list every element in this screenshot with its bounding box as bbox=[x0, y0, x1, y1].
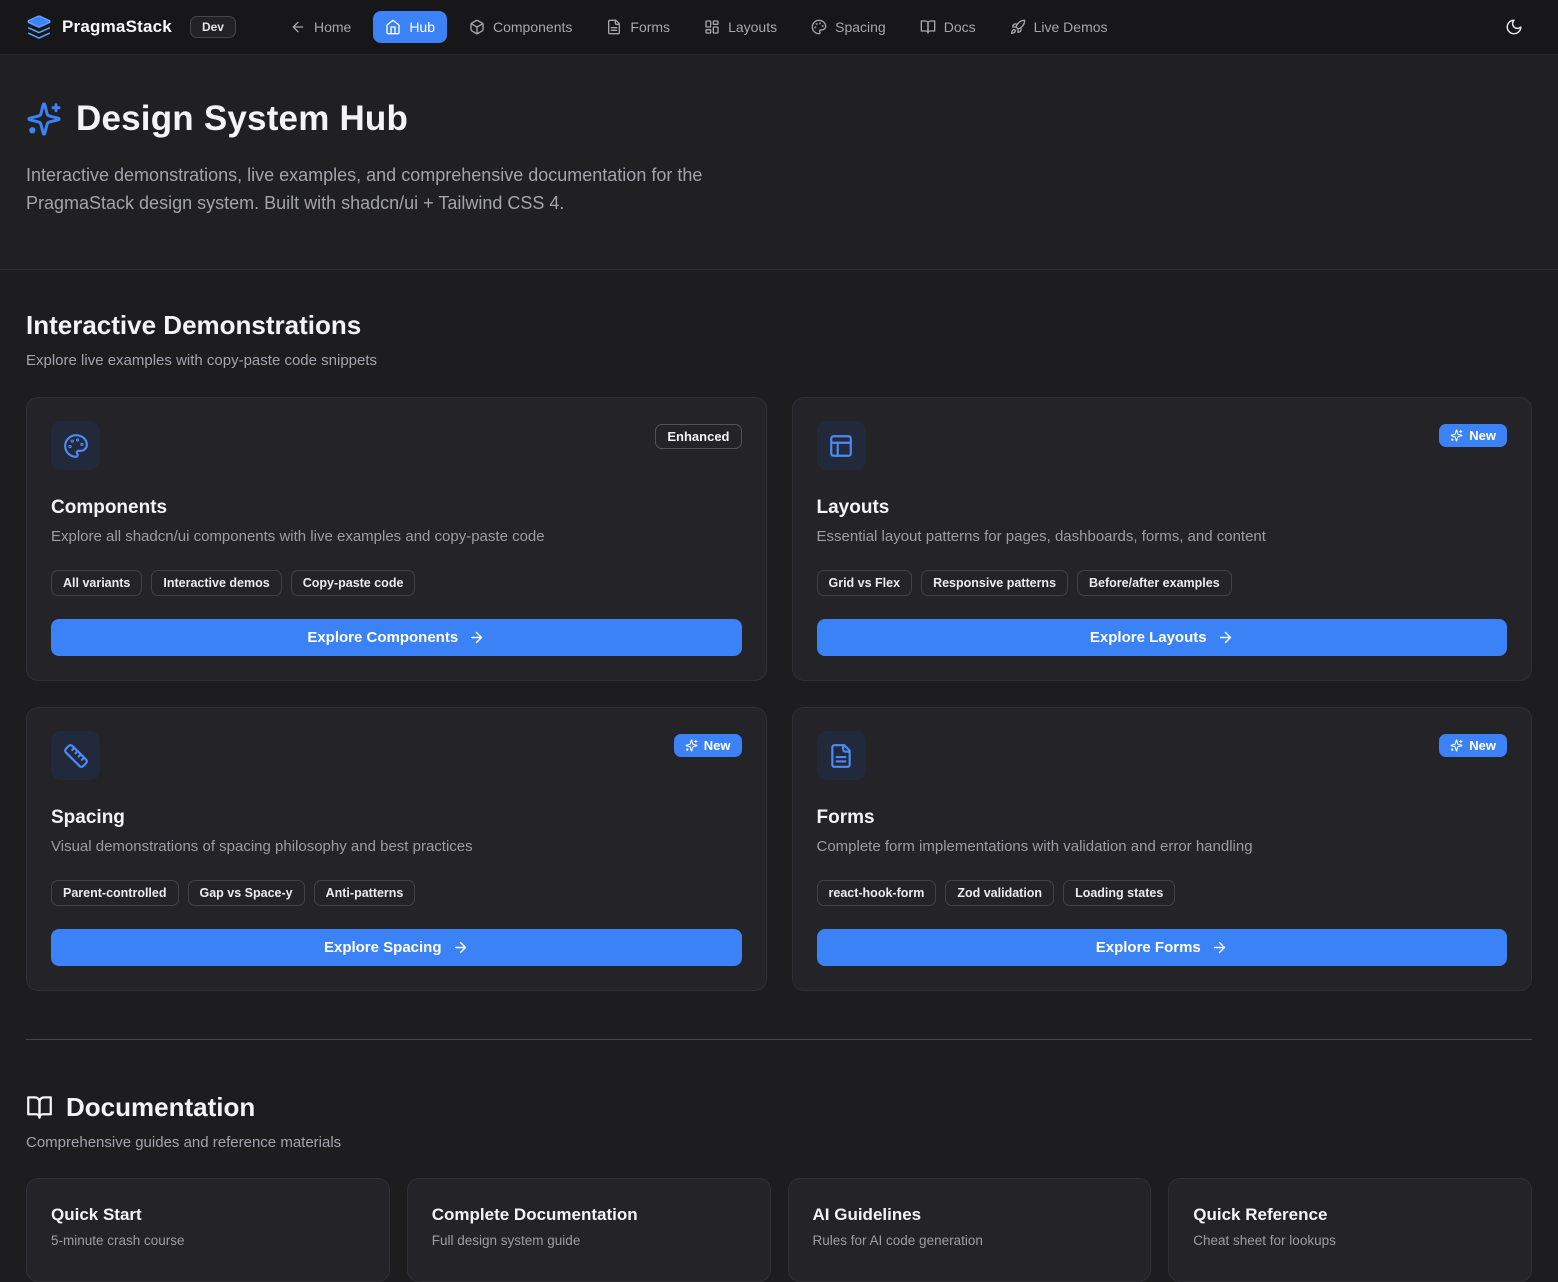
file-text-icon bbox=[817, 731, 866, 780]
doc-card-subtitle: 5-minute crash course bbox=[51, 1233, 365, 1248]
doc-card-title: AI Guidelines bbox=[813, 1205, 1127, 1225]
card-title: Layouts bbox=[817, 497, 1508, 519]
section-divider bbox=[26, 1039, 1532, 1040]
tag-row: Grid vs Flex Responsive patterns Before/… bbox=[817, 570, 1508, 596]
doc-card-title: Quick Start bbox=[51, 1205, 365, 1225]
main-content: Interactive Demonstrations Explore live … bbox=[0, 270, 1558, 1282]
card-description: Explore all shadcn/ui components with li… bbox=[51, 528, 742, 545]
nav-components[interactable]: Components bbox=[457, 11, 584, 43]
tag-row: Parent-controlled Gap vs Space-y Anti-pa… bbox=[51, 880, 742, 906]
box-icon bbox=[469, 19, 485, 35]
ruler-icon bbox=[51, 731, 100, 780]
arrow-right-icon bbox=[1211, 939, 1228, 956]
arrow-left-icon bbox=[290, 19, 306, 35]
tag: Before/after examples bbox=[1077, 570, 1232, 596]
page-description: Interactive demonstrations, live example… bbox=[26, 161, 771, 217]
doc-card-quick-reference[interactable]: Quick Reference Cheat sheet for lookups bbox=[1168, 1178, 1532, 1282]
brand: PragmaStack Dev bbox=[26, 14, 236, 40]
demos-section-title: Interactive Demonstrations bbox=[26, 310, 1532, 341]
sparkles-icon bbox=[685, 739, 698, 752]
new-badge: New bbox=[1439, 734, 1507, 757]
explore-components-button[interactable]: Explore Components bbox=[51, 619, 742, 656]
demos-section-subtitle: Explore live examples with copy-paste co… bbox=[26, 352, 1532, 369]
explore-spacing-button[interactable]: Explore Spacing bbox=[51, 929, 742, 966]
main-nav: Home Hub Components Forms Layouts bbox=[278, 11, 1120, 43]
enhanced-badge: Enhanced bbox=[655, 424, 741, 449]
sparkles-icon bbox=[26, 101, 62, 137]
arrow-right-icon bbox=[1217, 629, 1234, 646]
book-open-icon bbox=[26, 1094, 53, 1121]
layout-panel-icon bbox=[817, 421, 866, 470]
doc-card-subtitle: Rules for AI code generation bbox=[813, 1233, 1127, 1248]
doc-card-title: Quick Reference bbox=[1193, 1205, 1507, 1225]
card-description: Essential layout patterns for pages, das… bbox=[817, 528, 1508, 545]
nav-hub[interactable]: Hub bbox=[373, 11, 447, 43]
layout-dashboard-icon bbox=[704, 19, 720, 35]
file-text-icon bbox=[606, 19, 622, 35]
card-description: Complete form implementations with valid… bbox=[817, 838, 1508, 855]
demo-card-components: Enhanced Components Explore all shadcn/u… bbox=[26, 397, 767, 681]
tag: Grid vs Flex bbox=[817, 570, 913, 596]
card-title: Components bbox=[51, 497, 742, 519]
docs-card-grid: Quick Start 5-minute crash course Comple… bbox=[26, 1178, 1532, 1282]
arrow-right-icon bbox=[468, 629, 485, 646]
new-badge: New bbox=[1439, 424, 1507, 447]
theme-toggle-button[interactable] bbox=[1496, 9, 1532, 45]
tag-row: react-hook-form Zod validation Loading s… bbox=[817, 880, 1508, 906]
demo-card-spacing: New Spacing Visual demonstrations of spa… bbox=[26, 707, 767, 991]
tag-row: All variants Interactive demos Copy-past… bbox=[51, 570, 742, 596]
nav-live-demos[interactable]: Live Demos bbox=[998, 11, 1120, 43]
explore-layouts-button[interactable]: Explore Layouts bbox=[817, 619, 1508, 656]
tag: Parent-controlled bbox=[51, 880, 179, 906]
tag: react-hook-form bbox=[817, 880, 937, 906]
layers-logo-icon bbox=[26, 14, 52, 40]
nav-spacing[interactable]: Spacing bbox=[799, 11, 898, 43]
doc-card-subtitle: Full design system guide bbox=[432, 1233, 746, 1248]
page-title: Design System Hub bbox=[76, 99, 408, 139]
demo-card-forms: New Forms Complete form implementations … bbox=[792, 707, 1533, 991]
nav-home[interactable]: Home bbox=[278, 11, 363, 43]
card-title: Forms bbox=[817, 807, 1508, 829]
palette-icon bbox=[51, 421, 100, 470]
arrow-right-icon bbox=[452, 939, 469, 956]
nav-forms[interactable]: Forms bbox=[594, 11, 682, 43]
brand-name: PragmaStack bbox=[62, 17, 172, 37]
card-description: Visual demonstrations of spacing philoso… bbox=[51, 838, 742, 855]
nav-layouts[interactable]: Layouts bbox=[692, 11, 789, 43]
docs-section-title: Documentation bbox=[66, 1092, 255, 1123]
tag: Copy-paste code bbox=[291, 570, 416, 596]
tag: Zod validation bbox=[945, 880, 1054, 906]
tag: Interactive demos bbox=[151, 570, 281, 596]
explore-forms-button[interactable]: Explore Forms bbox=[817, 929, 1508, 966]
tag: All variants bbox=[51, 570, 142, 596]
tag: Responsive patterns bbox=[921, 570, 1068, 596]
card-title: Spacing bbox=[51, 807, 742, 829]
docs-section-subtitle: Comprehensive guides and reference mater… bbox=[26, 1134, 1532, 1151]
top-navbar: PragmaStack Dev Home Hub Components Fo bbox=[0, 0, 1558, 55]
doc-card-complete-documentation[interactable]: Complete Documentation Full design syste… bbox=[407, 1178, 771, 1282]
moon-icon bbox=[1505, 18, 1523, 36]
sparkles-icon bbox=[1450, 429, 1463, 442]
sparkles-icon bbox=[1450, 739, 1463, 752]
doc-card-quick-start[interactable]: Quick Start 5-minute crash course bbox=[26, 1178, 390, 1282]
tag: Loading states bbox=[1063, 880, 1175, 906]
dev-badge: Dev bbox=[190, 16, 236, 38]
doc-card-title: Complete Documentation bbox=[432, 1205, 746, 1225]
hero-section: Design System Hub Interactive demonstrat… bbox=[0, 55, 1558, 270]
home-icon bbox=[385, 19, 401, 35]
doc-card-ai-guidelines[interactable]: AI Guidelines Rules for AI code generati… bbox=[788, 1178, 1152, 1282]
tag: Anti-patterns bbox=[314, 880, 416, 906]
nav-docs[interactable]: Docs bbox=[908, 11, 988, 43]
new-badge: New bbox=[674, 734, 742, 757]
doc-card-subtitle: Cheat sheet for lookups bbox=[1193, 1233, 1507, 1248]
book-open-icon bbox=[920, 19, 936, 35]
demo-card-layouts: New Layouts Essential layout patterns fo… bbox=[792, 397, 1533, 681]
tag: Gap vs Space-y bbox=[188, 880, 305, 906]
palette-icon bbox=[811, 19, 827, 35]
demo-card-grid: Enhanced Components Explore all shadcn/u… bbox=[26, 397, 1532, 991]
rocket-icon bbox=[1010, 19, 1026, 35]
